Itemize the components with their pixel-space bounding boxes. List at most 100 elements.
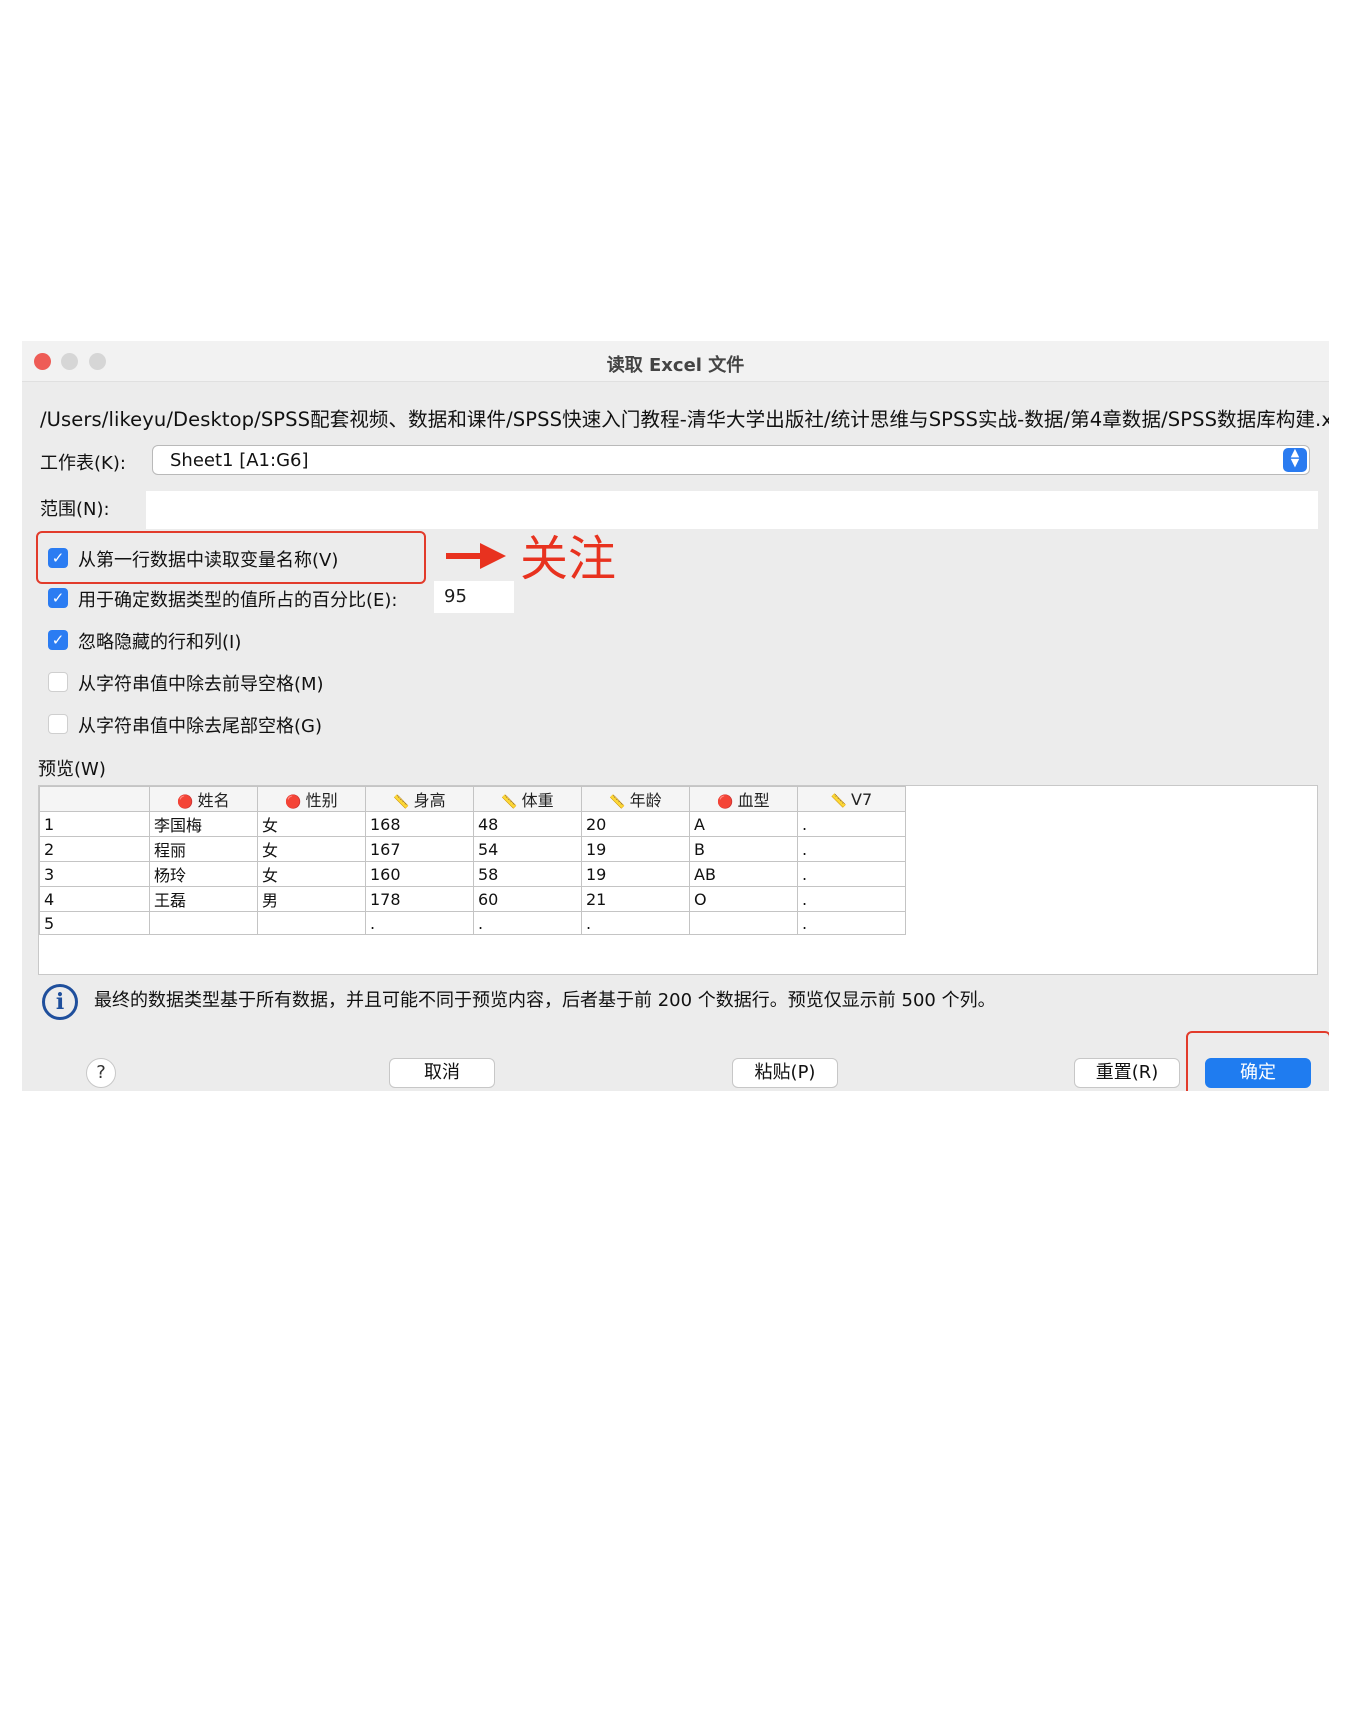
table-cell: O [689, 886, 798, 912]
table-cell: AB [689, 861, 798, 887]
table-cell: 19 [581, 836, 690, 862]
table-cell: 女 [257, 836, 366, 862]
table-row: 1 李国梅 女 168 48 20 A . [39, 811, 906, 837]
table-cell: 李国梅 [149, 811, 258, 837]
table-cell: 女 [257, 861, 366, 887]
table-row: 2 程丽 女 167 54 19 B . [39, 836, 906, 862]
row-number: 3 [39, 861, 150, 887]
preview-table: 🔴 姓名 🔴 性别 📏 身高 📏 体重 📏 年龄 🔴 血型 📏 V7 1 李国梅 女 168 … [39, 786, 906, 935]
ok-button[interactable]: 确定 [1205, 1058, 1311, 1088]
annotation-arrowhead-icon [480, 543, 506, 569]
table-cell: . [797, 836, 906, 862]
table-cell: 54 [473, 836, 582, 862]
worksheet-label: 工作表(K): [40, 453, 126, 474]
select-arrows-icon: ▲ ▼ [1283, 447, 1307, 472]
worksheet-value: Sheet1 [A1:G6] [170, 450, 309, 471]
table-cell: 178 [365, 886, 474, 912]
table-row: 3 杨玲 女 160 58 19 AB . [39, 861, 906, 887]
table-cell: 女 [257, 811, 366, 837]
table-cell: 21 [581, 886, 690, 912]
table-cell: 男 [257, 886, 366, 912]
column-name: 体重 [521, 791, 554, 810]
option-label-percent-values: 用于确定数据类型的值所占的百分比(E): [78, 590, 398, 611]
checkbox-strip-trailing-spaces[interactable] [48, 714, 68, 734]
column-header[interactable]: 🔴 血型 [689, 786, 798, 812]
nominal-icon: 🔴 [177, 795, 194, 810]
preview-label: 预览(W) [38, 759, 106, 780]
table-cell: . [581, 911, 690, 935]
column-header[interactable]: 📏 身高 [365, 786, 474, 812]
help-button[interactable]: ? [86, 1058, 116, 1088]
table-cell: 20 [581, 811, 690, 837]
annotation-note: 关注 [520, 531, 617, 587]
option-label-ignore-hidden: 忽略隐藏的行和列(I) [78, 632, 242, 653]
column-name: 血型 [737, 791, 770, 810]
read-excel-dialog: 读取 Excel 文件 /Users/likeyu/Desktop/SPSS配套… [22, 341, 1329, 1091]
reset-button[interactable]: 重置(R) [1074, 1058, 1180, 1088]
table-cell: 160 [365, 861, 474, 887]
percent-input[interactable]: 95 [434, 581, 514, 613]
table-cell: A [689, 811, 798, 837]
table-cell: . [365, 911, 474, 935]
table-row: 4 王磊 男 178 60 21 O . [39, 886, 906, 912]
checkbox-read-variable-names[interactable]: ✓ [48, 548, 68, 568]
scale-icon: 📏 [830, 793, 848, 809]
column-header[interactable]: 📏 体重 [473, 786, 582, 812]
row-header-corner [39, 786, 150, 812]
row-number: 5 [39, 911, 150, 935]
column-header[interactable]: 🔴 性别 [257, 786, 366, 812]
column-name: V7 [851, 789, 873, 809]
nominal-icon: 🔴 [285, 795, 302, 810]
scale-icon: 📏 [501, 795, 518, 810]
table-cell: . [473, 911, 582, 935]
paste-button[interactable]: 粘贴(P) [732, 1058, 838, 1088]
checkbox-ignore-hidden[interactable]: ✓ [48, 630, 68, 650]
table-cell: . [797, 911, 906, 935]
title-bar: 读取 Excel 文件 [22, 341, 1329, 382]
option-label-strip-trailing-spaces: 从字符串值中除去尾部空格(G) [78, 716, 322, 737]
table-cell: 48 [473, 811, 582, 837]
column-header[interactable]: 🔴 姓名 [149, 786, 258, 812]
cancel-button[interactable]: 取消 [389, 1058, 495, 1088]
table-cell: B [689, 836, 798, 862]
option-label-strip-leading-spaces: 从字符串值中除去前导空格(M) [78, 674, 324, 695]
table-cell [257, 911, 366, 935]
range-input[interactable] [146, 491, 1318, 529]
scale-icon: 📏 [609, 795, 626, 810]
table-row: 5 . . . . [39, 911, 906, 935]
table-cell: 168 [365, 811, 474, 837]
table-cell: 杨玲 [149, 861, 258, 887]
percent-value: 95 [444, 586, 467, 607]
table-cell: 58 [473, 861, 582, 887]
row-number: 1 [39, 811, 150, 837]
scale-icon: 📏 [393, 795, 410, 810]
row-number: 2 [39, 836, 150, 862]
nominal-icon: 🔴 [717, 795, 734, 810]
table-cell: 程丽 [149, 836, 258, 862]
preview-header-row: 🔴 姓名 🔴 性别 📏 身高 📏 体重 📏 年龄 🔴 血型 📏 V7 [39, 786, 906, 812]
column-name: 姓名 [197, 791, 230, 810]
table-cell: 19 [581, 861, 690, 887]
worksheet-select[interactable]: Sheet1 [A1:G6] ▲ ▼ [152, 445, 1310, 475]
column-header[interactable]: 📏 V7 [797, 786, 906, 812]
annotation-arrow-icon [446, 553, 484, 559]
table-cell: . [797, 811, 906, 837]
column-name: 身高 [413, 791, 446, 810]
row-number: 4 [39, 886, 150, 912]
table-cell: 60 [473, 886, 582, 912]
file-path: /Users/likeyu/Desktop/SPSS配套视频、数据和课件/SPS… [40, 408, 1329, 431]
column-name: 年龄 [629, 791, 662, 810]
table-cell [149, 911, 258, 935]
table-cell: . [797, 861, 906, 887]
option-label-read-variable-names: 从第一行数据中读取变量名称(V) [78, 550, 339, 571]
range-label: 范围(N): [40, 499, 110, 520]
table-cell: 王磊 [149, 886, 258, 912]
preview-panel[interactable]: 🔴 姓名 🔴 性别 📏 身高 📏 体重 📏 年龄 🔴 血型 📏 V7 1 李国梅 女 168 … [38, 785, 1318, 975]
checkbox-strip-leading-spaces[interactable] [48, 672, 68, 692]
table-cell: . [797, 886, 906, 912]
checkbox-percent-values[interactable]: ✓ [48, 588, 68, 608]
column-header[interactable]: 📏 年龄 [581, 786, 690, 812]
info-icon: i [42, 984, 78, 1020]
info-message: 最终的数据类型基于所有数据，并且可能不同于预览内容，后者基于前 200 个数据行… [94, 990, 996, 1011]
column-name: 性别 [305, 791, 338, 810]
